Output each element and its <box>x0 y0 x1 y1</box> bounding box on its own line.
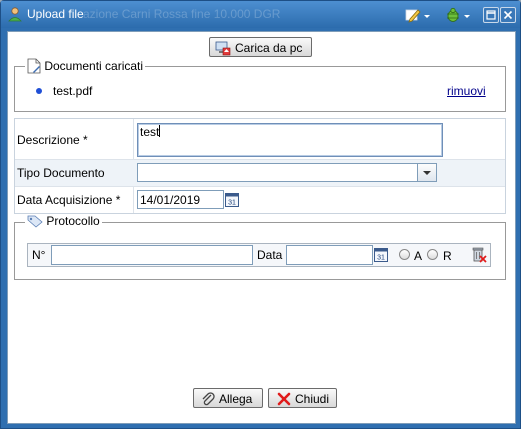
radio-r[interactable] <box>427 249 438 260</box>
tipo-documento-label: Tipo Documento <box>17 166 105 180</box>
protocollo-fieldset: Protocollo N° Data 31 A R <box>14 214 506 280</box>
protocollo-row: N° Data 31 A R <box>27 243 491 267</box>
close-window-button[interactable] <box>500 7 516 23</box>
trash-icon <box>472 247 487 263</box>
data-protocollo-input[interactable] <box>286 245 373 265</box>
debug-menu-button[interactable] <box>445 7 473 23</box>
close-red-x-icon <box>277 392 291 406</box>
protocollo-calendar-button[interactable]: 31 <box>374 247 388 265</box>
upload-dialog: Upload file azione Carni Rossa fine 10.0… <box>0 0 521 429</box>
dropdown-button[interactable] <box>417 164 436 181</box>
uploaded-documents-title: Documenti caricati <box>44 59 144 73</box>
remove-document-link[interactable]: rimuovi <box>447 84 486 98</box>
tag-icon <box>27 215 43 228</box>
text-cursor <box>159 125 161 137</box>
upload-from-pc-button[interactable]: Carica da pc <box>209 37 312 57</box>
calendar-button[interactable]: 31 <box>225 192 239 210</box>
radio-r-label: R <box>443 249 452 263</box>
uploaded-documents-fieldset: Documenti caricati test.pdf rimuovi <box>14 58 506 112</box>
maximize-icon <box>486 10 496 20</box>
window-background-title: azione Carni Rossa fine 10.000 DGR <box>83 7 281 21</box>
allega-label: Allega <box>219 392 253 406</box>
title-bar[interactable]: Upload file azione Carni Rossa fine 10.0… <box>1 1 520 28</box>
document-icon <box>27 58 41 74</box>
edit-menu-button[interactable] <box>405 7 433 23</box>
uploaded-documents-legend: Documenti caricati <box>25 58 146 74</box>
svg-text:31: 31 <box>377 255 385 262</box>
form-row-descrizione: Descrizione * test <box>15 119 505 213</box>
chiudi-button[interactable]: Chiudi <box>268 388 337 408</box>
maximize-button[interactable] <box>483 7 499 23</box>
calendar-icon: 31 <box>374 248 388 262</box>
clear-protocollo-button[interactable] <box>471 246 487 266</box>
allega-button[interactable]: Allega <box>193 388 263 408</box>
form-row-data: Data Acquisizione * 14/01/2019 31 <box>15 187 505 213</box>
data-protocollo-label: Data <box>257 248 283 262</box>
dialog-content: Carica da pc Documenti caricati test.pdf… <box>7 31 516 424</box>
list-item: test.pdf rimuovi <box>15 83 505 101</box>
computer-upload-icon <box>215 41 231 56</box>
document-name: test.pdf <box>53 84 93 98</box>
calendar-icon: 31 <box>225 193 239 207</box>
descrizione-value: test <box>140 125 160 139</box>
paperclip-icon <box>202 392 215 406</box>
close-icon <box>503 10 513 20</box>
form-row-tipo: Tipo Documento <box>15 160 505 187</box>
chevron-down-icon <box>423 171 431 175</box>
numero-label: N° <box>32 248 46 262</box>
tipo-documento-select[interactable] <box>137 163 437 182</box>
data-acquisizione-value: 14/01/2019 <box>140 193 201 207</box>
svg-text:31: 31 <box>228 200 236 207</box>
user-upload-icon <box>8 7 22 22</box>
data-acquisizione-label: Data Acquisizione * <box>17 193 121 207</box>
upload-button-label: Carica da pc <box>235 41 303 55</box>
protocollo-title: Protocollo <box>46 214 100 228</box>
window-title: Upload file <box>27 7 84 21</box>
numero-protocollo-input[interactable] <box>51 245 253 265</box>
radio-a-label: A <box>414 249 423 263</box>
data-acquisizione-input[interactable]: 14/01/2019 <box>137 190 224 209</box>
protocollo-legend: Protocollo <box>25 214 102 228</box>
descrizione-input[interactable]: test <box>137 123 443 157</box>
bullet-icon <box>36 88 42 94</box>
descrizione-label: Descrizione * <box>17 133 88 147</box>
form-table: Descrizione * test Tipo Documento Data A… <box>14 118 506 214</box>
bug-icon <box>447 7 470 22</box>
chiudi-label: Chiudi <box>295 392 330 406</box>
pencil-edit-icon <box>405 9 430 23</box>
radio-a[interactable] <box>399 249 410 260</box>
